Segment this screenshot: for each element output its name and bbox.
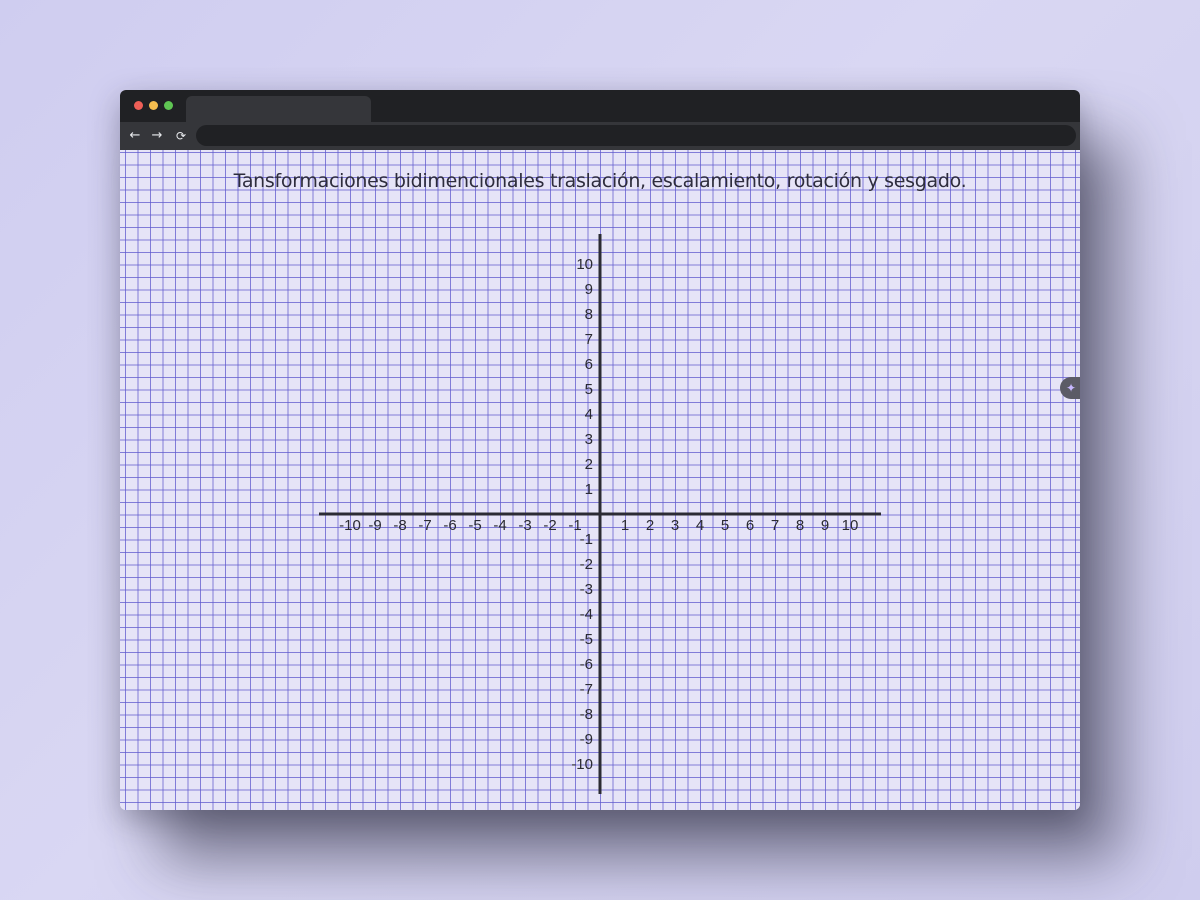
sparkle-icon[interactable]: ✦ [1060, 377, 1080, 399]
reload-icon[interactable]: ⟳ [171, 126, 191, 146]
y-tick-label: 5 [585, 381, 593, 398]
x-tick-label: 10 [842, 517, 859, 534]
close-window-button[interactable] [134, 101, 143, 110]
y-tick-label: 1 [585, 481, 593, 498]
x-tick-label: 6 [746, 517, 754, 534]
y-tick-label: 10 [576, 256, 593, 273]
minimize-window-button[interactable] [149, 101, 158, 110]
x-tick-label: -8 [393, 517, 406, 534]
back-icon[interactable]: ← [125, 126, 145, 146]
browser-tab[interactable] [186, 96, 371, 122]
cartesian-plane: -10 -9 -8 -7 -6 -5 -4 -3 -2 -1 1 2 3 4 5 6 7 8 9 1010987654… [319, 234, 881, 794]
x-tick-label: 7 [771, 517, 779, 534]
x-tick-label: -7 [418, 517, 431, 534]
x-tick-label: -2 [543, 517, 556, 534]
maximize-window-button[interactable] [164, 101, 173, 110]
x-tick-label: 9 [821, 517, 829, 534]
y-tick-label: 7 [585, 331, 593, 348]
y-tick-label: 4 [585, 406, 593, 423]
title-bar [120, 90, 1080, 122]
y-tick-label: 9 [585, 281, 593, 298]
browser-window: ← → ⟳ Tansformaciones bidimencionales tr… [120, 90, 1080, 810]
address-bar[interactable] [196, 125, 1076, 146]
y-tick-label: -8 [580, 706, 593, 723]
y-tick-label: -2 [580, 556, 593, 573]
y-tick-label: -6 [580, 656, 593, 673]
y-tick-label: -9 [580, 731, 593, 748]
y-tick-label: -1 [580, 531, 593, 548]
x-tick-label: -4 [493, 517, 506, 534]
x-tick-label: 2 [646, 517, 654, 534]
x-tick-label: 4 [696, 517, 704, 534]
forward-icon[interactable]: → [147, 126, 167, 146]
y-tick-label: -3 [580, 581, 593, 598]
y-tick-label: 2 [585, 456, 593, 473]
x-tick-label: 1 [621, 517, 629, 534]
y-tick-label: -4 [580, 606, 593, 623]
y-tick-label: 6 [585, 356, 593, 373]
y-tick-label: -10 [571, 756, 593, 773]
x-tick-label: -6 [443, 517, 456, 534]
x-tick-label: 8 [796, 517, 804, 534]
y-tick-label: -7 [580, 681, 593, 698]
page-content: Tansformaciones bidimencionales traslaci… [120, 150, 1080, 810]
x-tick-label: 3 [671, 517, 679, 534]
x-tick-label: -9 [368, 517, 381, 534]
y-tick-label: -5 [580, 631, 593, 648]
y-tick-label: 8 [585, 306, 593, 323]
x-tick-label: -5 [468, 517, 481, 534]
browser-toolbar: ← → ⟳ [120, 122, 1080, 151]
x-tick-label: -10 [339, 517, 361, 534]
x-tick-label: -3 [518, 517, 531, 534]
y-tick-label: 3 [585, 431, 593, 448]
x-tick-label: 5 [721, 517, 729, 534]
